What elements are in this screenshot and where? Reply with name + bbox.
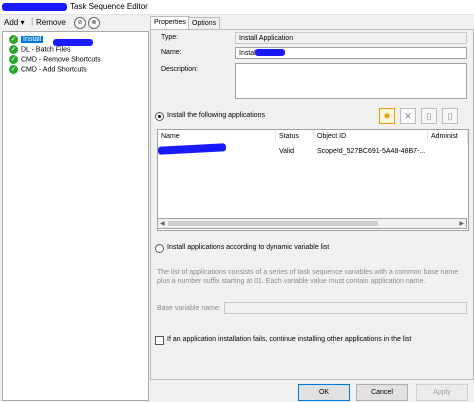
dynamic-list-description: The list of applications consists of a s…	[157, 269, 459, 285]
name-label: Name:	[161, 49, 182, 56]
add-application-icon[interactable]: ✸	[379, 108, 395, 124]
app-object-id-cell: ScopeId_527BC691-5A48-48B7-...	[317, 148, 426, 155]
move-down-icon[interactable]: ⊗	[88, 17, 100, 29]
move-down-icon[interactable]: ▯	[442, 108, 458, 124]
app-status-cell: Valid	[279, 148, 295, 155]
column-header-administrator[interactable]: Administ	[428, 130, 468, 143]
tree-item-cmd-remove-shortcuts[interactable]: ✓ CMD - Remove Shortcuts	[9, 55, 101, 65]
toolbar-separator: |	[31, 16, 34, 26]
continue-on-fail-label: If an application installation fails, co…	[167, 336, 412, 343]
success-check-icon: ✓	[9, 35, 18, 44]
success-check-icon: ✓	[9, 45, 18, 54]
ok-button[interactable]: OK	[298, 384, 350, 401]
tab-properties[interactable]: Properties	[150, 16, 190, 29]
task-sequence-tree: ✓ Install ✓ DL - Batch Files ✓ CMD - Remove…	[2, 31, 149, 401]
redacted-title-prefix	[2, 3, 67, 11]
move-up-icon[interactable]: ▯	[421, 108, 437, 124]
title-bar: Task Sequence Editor	[0, 0, 474, 15]
toolbar: Add ▾ | Remove ⊘ ⊗	[0, 15, 150, 31]
dynamic-list-radio[interactable]	[155, 244, 164, 253]
base-variable-input	[224, 302, 467, 314]
column-header-name[interactable]: Name	[158, 130, 276, 143]
type-field: Install Application	[235, 32, 467, 44]
success-check-icon: ✓	[9, 55, 18, 64]
scroll-right-icon[interactable]: ▶	[459, 220, 464, 227]
description-input[interactable]	[235, 63, 467, 99]
description-label: Description:	[161, 66, 198, 73]
base-variable-label: Base variable name:	[157, 305, 221, 312]
scrollbar-thumb[interactable]	[168, 221, 378, 226]
install-following-radio[interactable]	[155, 112, 164, 121]
move-up-icon[interactable]: ⊘	[74, 17, 86, 29]
add-menu[interactable]: Add ▾	[4, 18, 24, 27]
install-following-label: Install the following applications	[167, 112, 266, 119]
redacted-name-value	[255, 49, 285, 56]
success-check-icon: ✓	[9, 65, 18, 74]
apply-button[interactable]: Apply	[416, 384, 468, 401]
window-title: Task Sequence Editor	[70, 2, 148, 11]
scroll-left-icon[interactable]: ◀	[160, 220, 165, 227]
column-header-status[interactable]: Status	[276, 130, 314, 143]
horizontal-scrollbar[interactable]: ◀ ▶	[157, 218, 467, 229]
remove-button[interactable]: Remove	[36, 18, 66, 27]
tab-options[interactable]: Options	[188, 17, 221, 29]
column-header-object-id[interactable]: Object ID	[314, 130, 428, 143]
type-label: Type:	[161, 34, 179, 41]
dynamic-list-label: Install applications according to dynami…	[167, 244, 330, 251]
cancel-button[interactable]: Cancel	[356, 384, 408, 401]
delete-application-icon[interactable]: ✕	[400, 108, 416, 124]
tree-item-cmd-add-shortcuts[interactable]: ✓ CMD - Add Shortcuts	[9, 65, 87, 75]
continue-on-fail-checkbox[interactable]	[155, 336, 164, 345]
tree-item-dl-batch-files[interactable]: ✓ DL - Batch Files	[9, 45, 71, 55]
tree-item-install[interactable]: ✓ Install	[9, 35, 44, 45]
